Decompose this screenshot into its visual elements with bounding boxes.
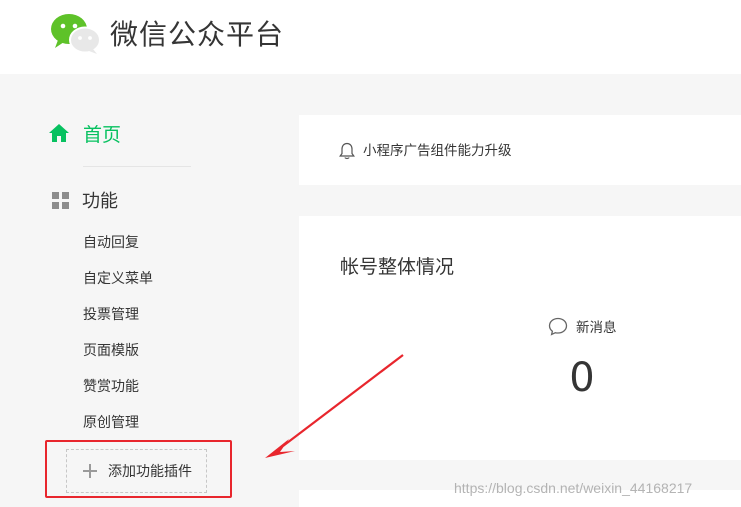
sidebar-section-functions: 功能 (52, 186, 118, 214)
stat-label: 新消息 (576, 320, 617, 336)
stat-value: 0 (569, 355, 595, 401)
account-overview-card: 帐号整体情况 新消息 0 (299, 216, 741, 460)
message-bubble-icon (548, 317, 568, 336)
home-icon (49, 124, 69, 142)
sidebar-divider (83, 166, 191, 167)
plus-icon (83, 464, 97, 478)
sidebar-item-appreciation[interactable]: 赞赏功能 (83, 371, 153, 407)
sidebar-item-auto-reply[interactable]: 自动回复 (83, 227, 153, 263)
platform-title: 微信公众平台 (110, 18, 285, 51)
section-title: 帐号整体情况 (340, 256, 455, 278)
grid-icon (52, 191, 69, 209)
stat-new-messages[interactable]: 新消息 (548, 316, 617, 336)
top-bar: 微信公众平台 (0, 0, 741, 74)
sidebar-section-label: 功能 (82, 191, 118, 212)
sidebar-item-vote-management[interactable]: 投票管理 (83, 299, 153, 335)
bell-icon (339, 142, 355, 160)
notice-link[interactable]: 小程序广告组件能力升级 (363, 141, 512, 161)
sidebar-item-label: 首页 (83, 123, 122, 146)
add-plugin-button[interactable]: 添加功能插件 (66, 449, 207, 493)
wechat-logo-icon[interactable] (49, 13, 101, 55)
notice-card: 小程序广告组件能力升级 (299, 115, 741, 185)
watermark: https://blog.csdn.net/weixin_44168217 (454, 480, 693, 496)
sidebar-item-original-management[interactable]: 原创管理 (83, 407, 153, 443)
function-menu: 自动回复 自定义菜单 投票管理 页面模版 赞赏功能 原创管理 (83, 227, 153, 443)
add-plugin-label: 添加功能插件 (108, 464, 192, 480)
sidebar-item-custom-menu[interactable]: 自定义菜单 (83, 263, 153, 299)
sidebar-item-page-templates[interactable]: 页面模版 (83, 335, 153, 371)
sidebar-item-home[interactable]: 首页 (49, 116, 121, 150)
